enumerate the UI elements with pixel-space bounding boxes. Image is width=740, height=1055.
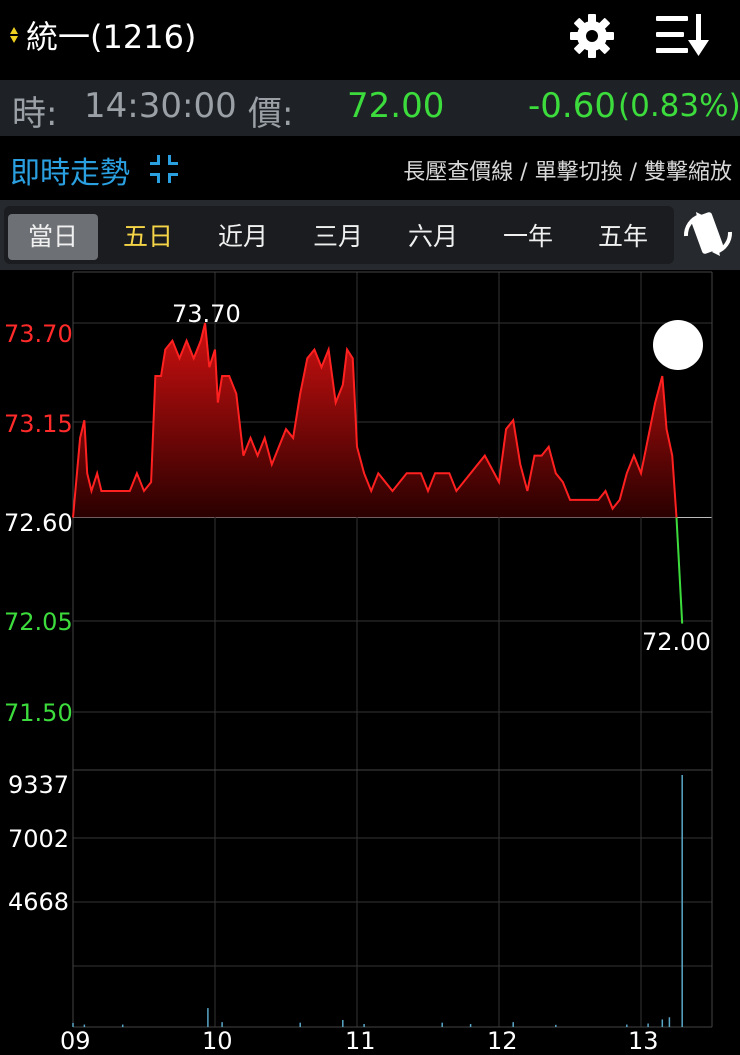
price-tick-73-15: 73.15 [4,410,73,438]
time-tick-12: 12 [487,1027,518,1055]
quote-time: 14:30:00 [84,86,237,126]
time-tick-09: 09 [60,1027,91,1055]
period-tab-strip: 當日 五日 近月 三月 六月 一年 五年 [4,206,674,264]
intraday-chart-svg[interactable]: 73.70 73.15 72.60 72.05 71.50 9337 7002 … [0,270,740,1055]
price-tick-72-60: 72.60 [4,509,73,537]
price-label: 價: [248,94,294,134]
last-price-label: 72.00 [642,628,711,656]
price-tick-72-05: 72.05 [4,608,73,636]
volume-tick-7002: 7002 [8,825,69,853]
sort-list-icon[interactable] [654,12,710,58]
price-tick-71-50: 71.50 [4,699,73,727]
stock-title-group: 統一(1216) [10,12,196,58]
time-tick-11: 11 [345,1027,376,1055]
chart-hint-text: 長壓查價線 / 單擊切換 / 雙擊縮放 [403,160,732,185]
intraday-chart[interactable]: 73.70 73.15 72.60 72.05 71.50 9337 7002 … [0,270,740,1055]
tab-5day[interactable]: 五日 [103,214,193,260]
gear-icon[interactable] [568,12,616,60]
rotate-screen-icon[interactable] [682,208,734,260]
time-tick-13: 13 [628,1027,659,1055]
closing-drop-line [675,517,684,624]
price-tick-73-70: 73.70 [4,320,73,348]
time-tick-10: 10 [202,1027,233,1055]
app-header: 統一(1216) [0,0,740,72]
tab-6month[interactable]: 六月 [388,214,478,260]
volume-tick-4668: 4668 [8,888,69,916]
tab-5year[interactable]: 五年 [578,214,668,260]
quote-bar: 時: 14:30:00 價: 72.00 -0.60 (0.83%) [0,80,740,136]
quote-price: 72.00 [347,86,445,126]
tab-1month[interactable]: 近月 [198,214,288,260]
tab-1year[interactable]: 一年 [483,214,573,260]
high-price-label: 73.70 [172,300,241,328]
stock-title: 統一(1216) [26,18,197,56]
tab-3month[interactable]: 三月 [293,214,383,260]
chart-mode-title: 即時走勢 [10,156,130,191]
price-area-fill [73,323,677,518]
chart-mode-bar: 即時走勢 長壓查價線 / 單擊切換 / 雙擊縮放 [0,136,740,200]
price-cursor-marker[interactable] [653,320,703,370]
up-down-arrows-icon [10,27,18,43]
tab-today[interactable]: 當日 [8,214,98,260]
volume-tick-9337: 9337 [8,771,69,799]
time-label: 時: [12,94,58,134]
period-tabs: 當日 五日 近月 三月 六月 一年 五年 [0,200,740,270]
shrink-arrows-icon[interactable] [150,155,178,183]
quote-change: -0.60 [528,86,616,126]
quote-change-pct: (0.83%) [618,88,740,124]
